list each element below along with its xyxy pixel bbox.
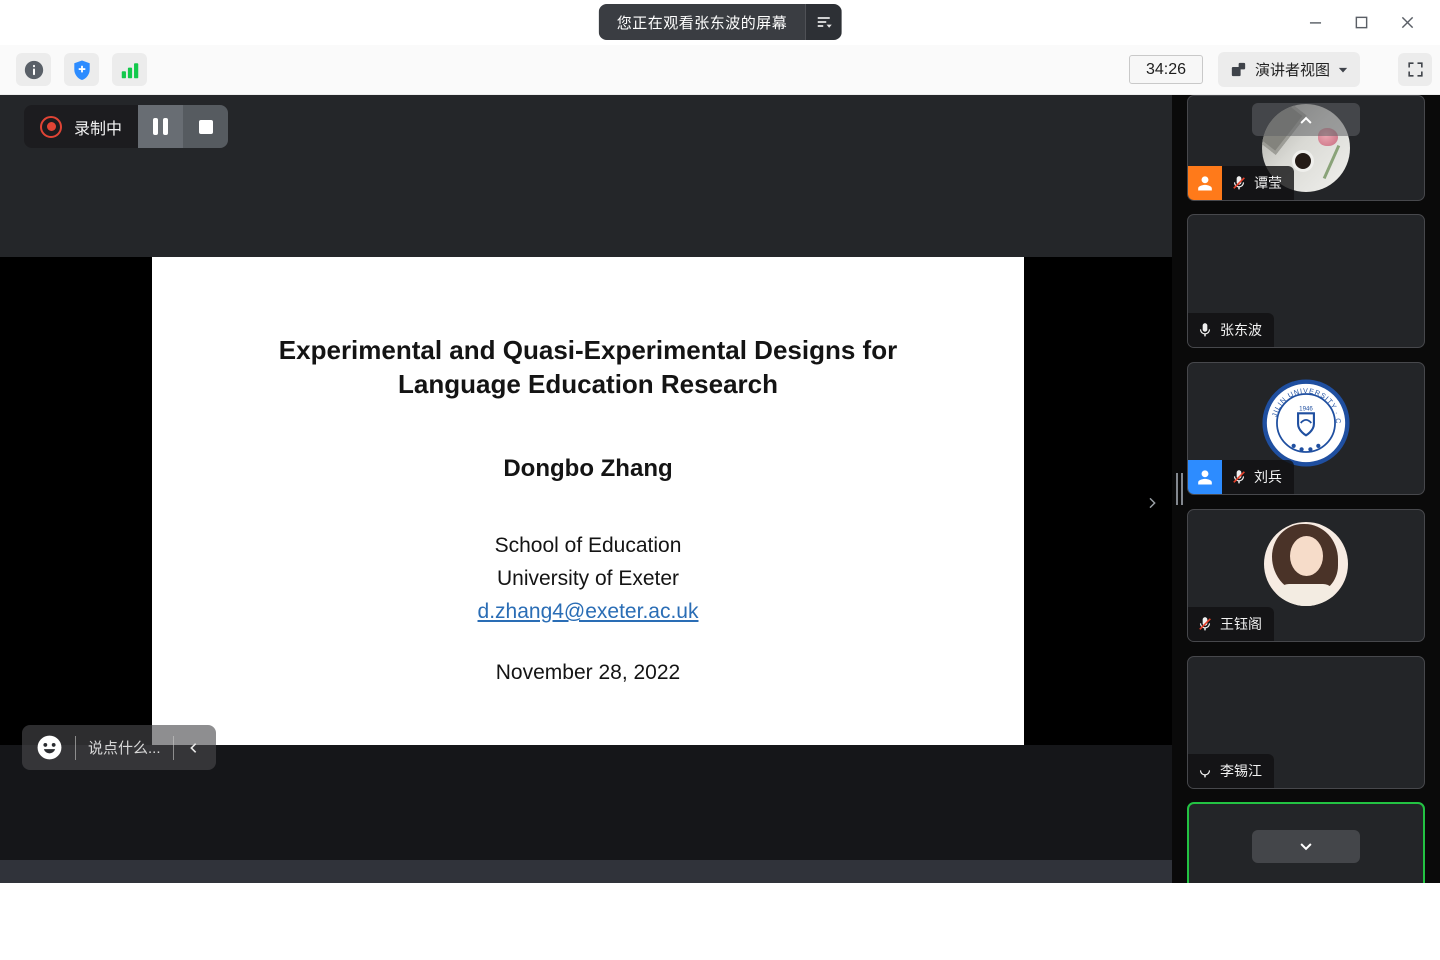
title-bar: 您正在观看张东波的屏幕 — [0, 0, 1440, 45]
chevron-up-icon — [1297, 113, 1315, 127]
meeting-timer: 34:26 — [1129, 55, 1203, 84]
view-mode-button[interactable]: 演讲者视图 — [1218, 52, 1360, 87]
presentation-slide: Experimental and Quasi-Experimental Desi… — [152, 257, 1024, 745]
collapse-chat-bar-button[interactable] — [186, 740, 202, 756]
recording-dot-icon — [40, 116, 62, 138]
pause-icon — [153, 118, 158, 135]
mic-muted-icon — [1231, 469, 1247, 485]
chevron-left-icon — [186, 740, 202, 756]
panel-resize-handle[interactable] — [1172, 95, 1186, 883]
screen-watch-banner: 您正在观看张东波的屏幕 — [599, 4, 842, 40]
layout-view-icon — [1230, 61, 1247, 78]
mic-speaking-icon — [1197, 763, 1213, 779]
participant-name-label: 谭莹 — [1222, 166, 1294, 200]
avatar — [1264, 522, 1348, 606]
mic-muted-icon — [1197, 616, 1213, 632]
close-icon — [1398, 13, 1417, 32]
participant-name-label: 王钰阁 — [1188, 607, 1274, 641]
participant-name-label: 刘兵 — [1222, 460, 1294, 494]
participant-name-label: 李锡江 — [1188, 754, 1274, 788]
smiley-icon — [36, 734, 63, 761]
participant-tile-tanying[interactable]: 谭莹 — [1187, 95, 1425, 201]
hand-raised-badge — [1188, 166, 1222, 200]
minimize-button[interactable] — [1296, 5, 1334, 41]
maximize-button[interactable] — [1342, 5, 1380, 41]
encryption-shield-button[interactable] — [64, 53, 99, 86]
expand-panel-button[interactable] — [1138, 491, 1166, 518]
hand-raised-badge — [1188, 460, 1222, 494]
banner-menu-button[interactable] — [805, 4, 841, 40]
participant-tile-zhangdongbo[interactable]: 张东波 — [1187, 214, 1425, 348]
maximize-icon — [1352, 13, 1371, 32]
fullscreen-button[interactable] — [1398, 53, 1432, 86]
slide-date: November 28, 2022 — [152, 661, 1024, 685]
quick-chat-bar: 说点什么... — [22, 725, 216, 770]
slide-title-line2: Language Education Research — [152, 367, 1024, 401]
slide-title-line1: Experimental and Quasi-Experimental Desi… — [152, 333, 1024, 367]
pause-recording-button[interactable] — [138, 105, 183, 148]
mic-muted-icon — [1231, 175, 1247, 191]
network-quality-button[interactable] — [112, 53, 147, 86]
participants-panel: 谭莹 张东波 — [1186, 95, 1426, 883]
participant-tile-liubing[interactable]: JILIN UNIVERSITY · CHINA 1946 刘兵 — [1187, 362, 1425, 495]
participant-tile-lixijiang[interactable]: 李锡江 — [1187, 656, 1425, 789]
slide-affiliation-2: University of Exeter — [152, 562, 1024, 595]
fullscreen-icon — [1406, 60, 1425, 79]
slide-email-link: d.zhang4@exeter.ac.uk — [152, 595, 1024, 628]
info-icon — [23, 59, 45, 81]
stop-recording-button[interactable] — [183, 105, 228, 148]
mic-on-icon — [1197, 322, 1213, 338]
recording-indicator: 录制中 — [24, 105, 228, 148]
participant-name-label: 张东波 — [1188, 313, 1274, 347]
shared-screen-view: Experimental and Quasi-Experimental Desi… — [0, 95, 1172, 883]
chevron-down-icon — [1297, 840, 1315, 854]
window-controls — [1296, 0, 1426, 45]
video-preview — [1189, 804, 1423, 832]
person-icon — [1195, 173, 1215, 193]
meeting-info-button[interactable] — [16, 53, 51, 86]
scroll-participants-down-button[interactable] — [1252, 830, 1360, 863]
chevron-down-icon — [1338, 66, 1348, 74]
stop-icon — [199, 120, 213, 134]
person-icon — [1195, 467, 1215, 487]
emoji-button[interactable] — [36, 734, 63, 761]
collapse-videos-button[interactable] — [1252, 103, 1360, 136]
meeting-top-bar: 34:26 演讲者视图 — [0, 45, 1440, 95]
jilin-university-logo: JILIN UNIVERSITY · CHINA 1946 — [1262, 379, 1350, 467]
close-button[interactable] — [1388, 5, 1426, 41]
chevron-right-icon — [1144, 492, 1160, 514]
meeting-main-area: Experimental and Quasi-Experimental Desi… — [0, 95, 1440, 883]
participant-tile-wangyuge[interactable]: 王钰阁 — [1187, 509, 1425, 642]
meeting-window: 您正在观看张东波的屏幕 34:26 演讲者视图 — [0, 0, 1440, 960]
filter-lines-icon — [814, 13, 832, 31]
slide-affiliation-1: School of Education — [152, 529, 1024, 562]
svg-text:1946: 1946 — [1299, 406, 1313, 413]
screen-watch-title: 您正在观看张东波的屏幕 — [599, 4, 806, 40]
participant-tile-active-speaker[interactable] — [1187, 802, 1425, 883]
view-mode-label: 演讲者视图 — [1255, 59, 1330, 80]
slide-author: Dongbo Zhang — [152, 455, 1024, 483]
chat-input[interactable]: 说点什么... — [88, 737, 161, 758]
signal-bars-icon — [119, 59, 141, 81]
shield-plus-icon — [71, 59, 93, 81]
minimize-icon — [1306, 13, 1325, 32]
recording-status-label: 录制中 — [74, 115, 122, 139]
